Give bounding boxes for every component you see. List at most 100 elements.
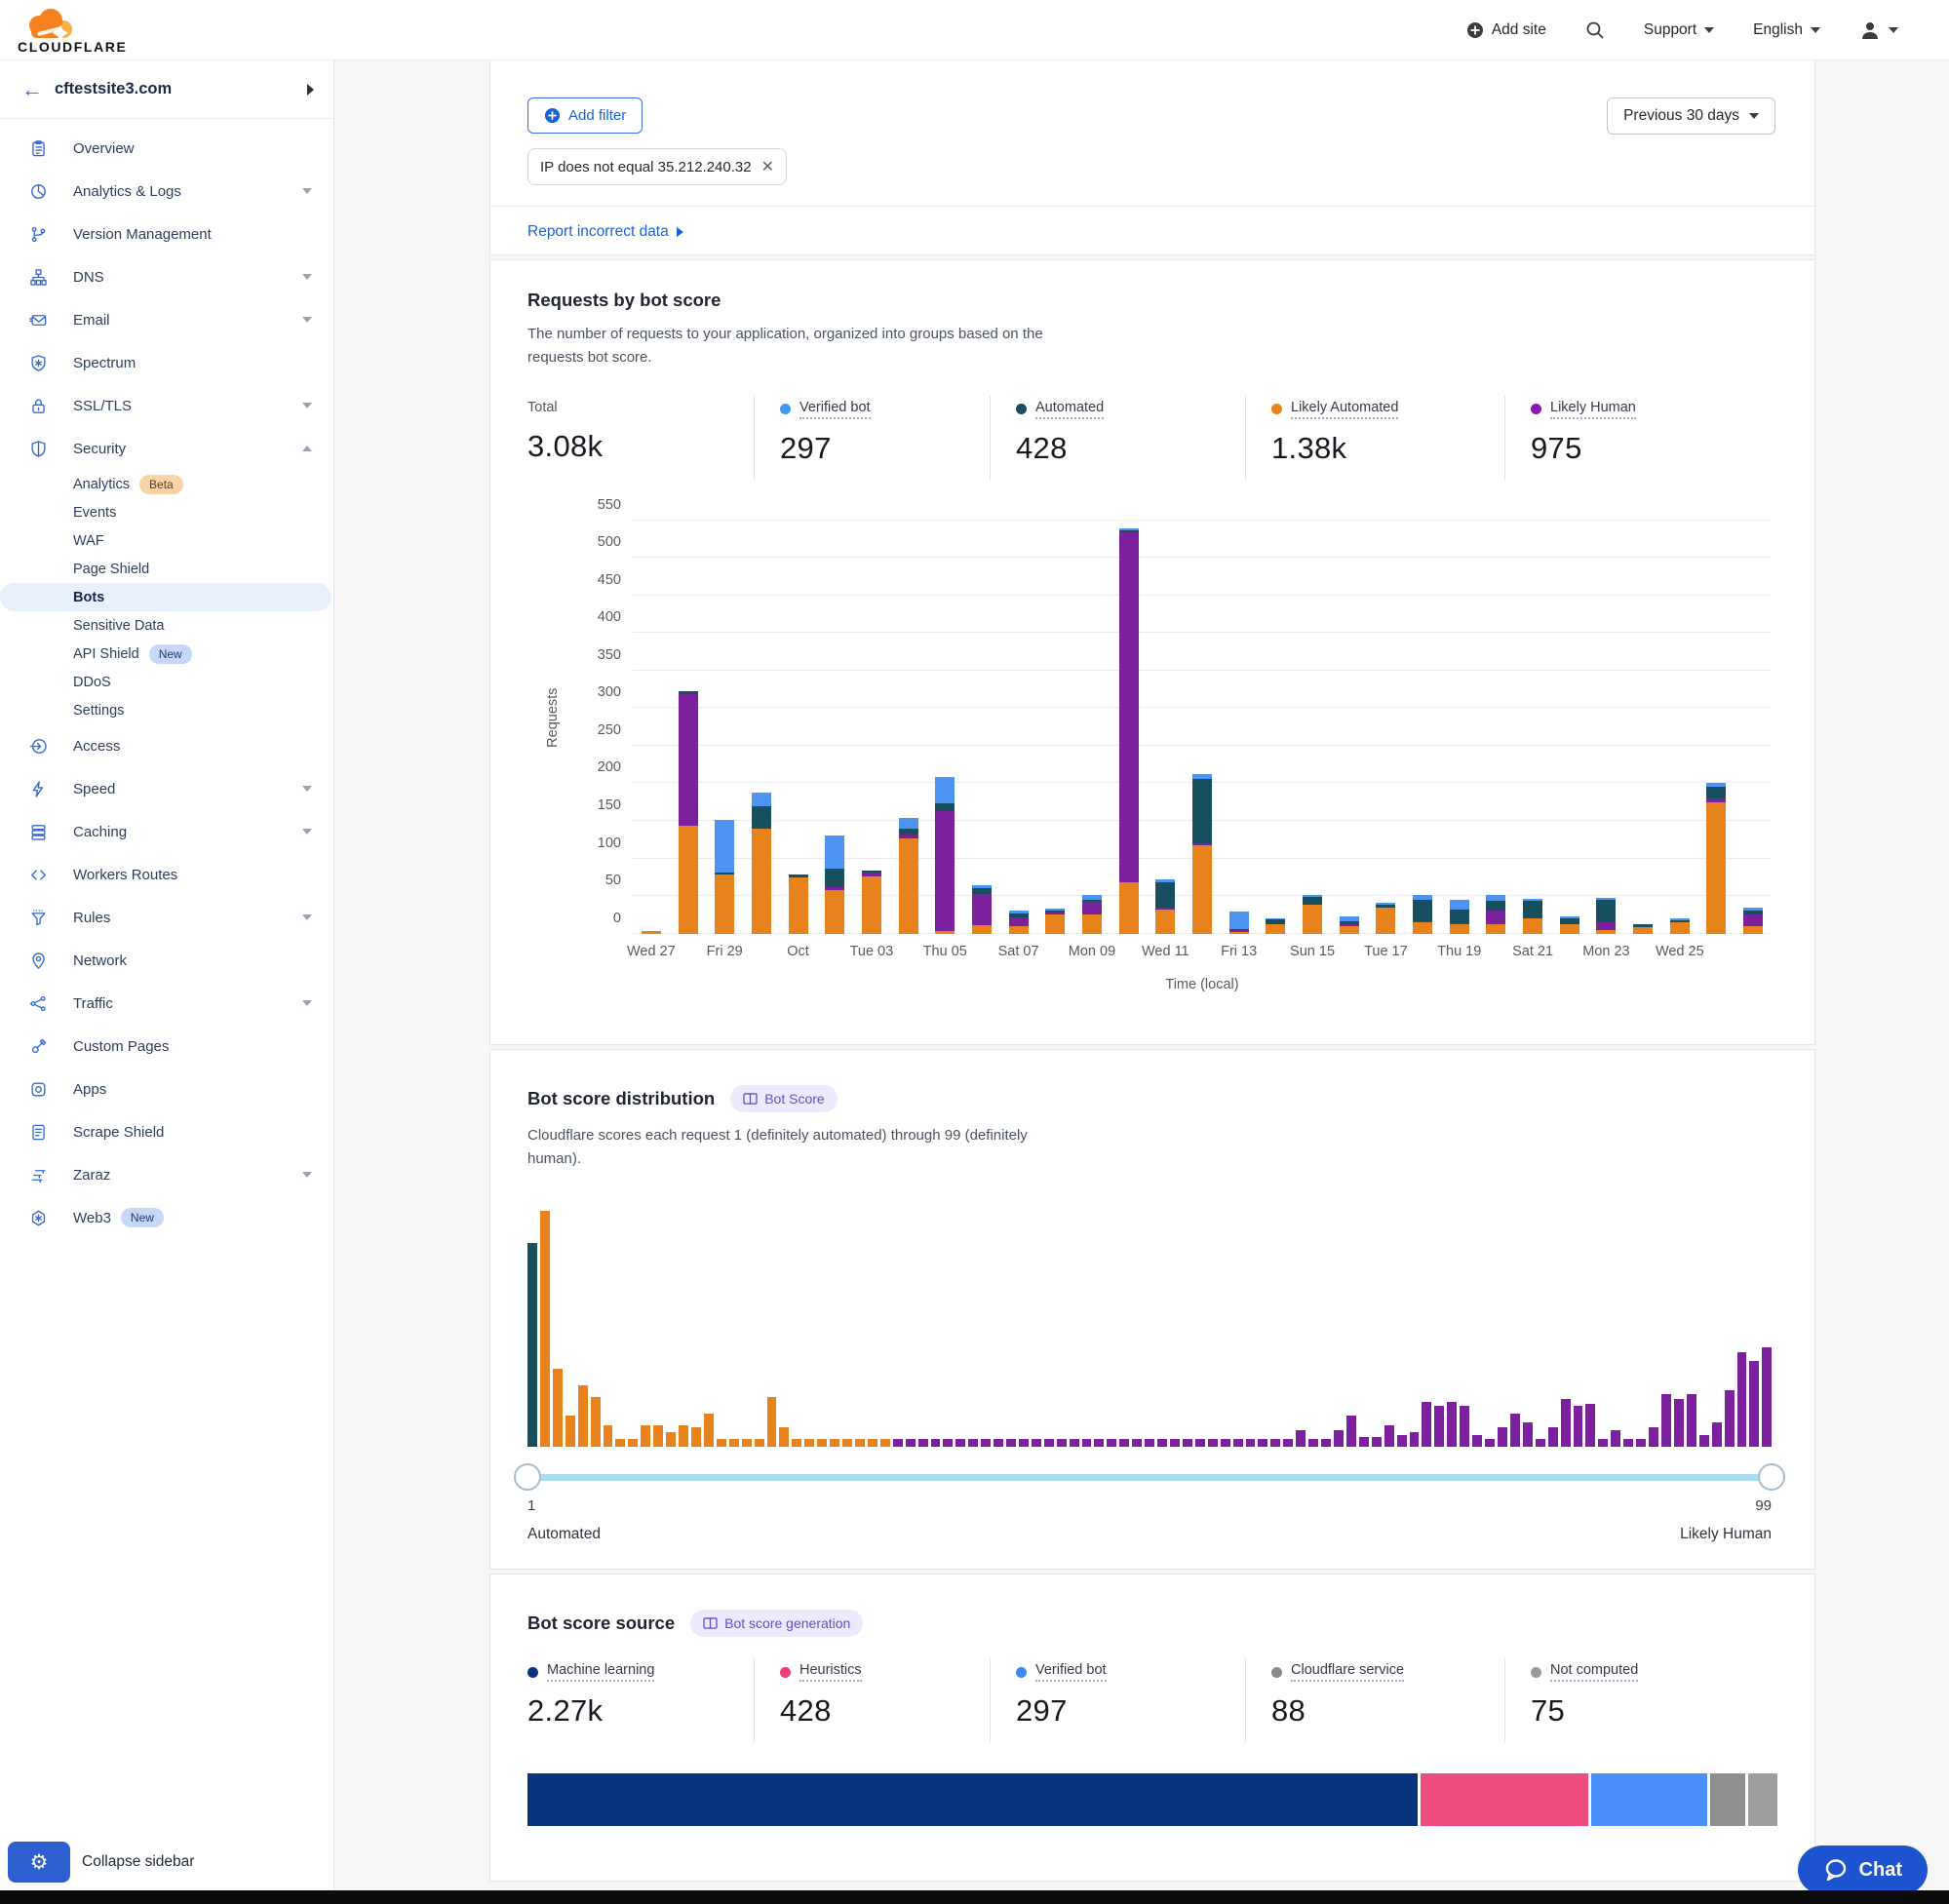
sidebar-item-sensitive-data[interactable]: Sensitive Data — [0, 611, 333, 640]
bar-sun-22[interactable] — [1560, 916, 1579, 934]
bar-mon-02[interactable] — [825, 835, 844, 934]
hist-bar-score-40[interactable] — [1019, 1439, 1029, 1446]
sidebar-item-email[interactable]: Email — [0, 298, 333, 341]
back-arrow-icon[interactable]: ← — [21, 77, 55, 102]
hist-bar-score-72[interactable] — [1422, 1402, 1431, 1447]
sidebar-item-waf[interactable]: WAF — [0, 526, 333, 555]
stat-label-text[interactable]: Verified bot — [1035, 1662, 1107, 1682]
bar-wed-25[interactable] — [1670, 918, 1690, 933]
bar-thu-28[interactable] — [679, 691, 698, 933]
hist-bar-score-81[interactable] — [1536, 1439, 1545, 1446]
hist-bar-score-14[interactable] — [691, 1427, 701, 1446]
hist-bar-score-65[interactable] — [1334, 1430, 1344, 1447]
bar-mon-09[interactable] — [1082, 895, 1102, 934]
hist-bar-score-15[interactable] — [704, 1414, 714, 1447]
sidebar-item-network[interactable]: Network — [0, 939, 333, 982]
hist-bar-score-97[interactable] — [1737, 1352, 1747, 1447]
bar-mon-23[interactable] — [1596, 898, 1616, 934]
hist-bar-score-63[interactable] — [1308, 1439, 1318, 1446]
hist-bar-score-83[interactable] — [1561, 1399, 1571, 1446]
hist-bar-score-9[interactable] — [628, 1439, 638, 1446]
search-icon[interactable] — [1585, 20, 1605, 40]
bar-sat-07[interactable] — [1009, 911, 1029, 934]
chat-button[interactable]: Chat — [1798, 1846, 1928, 1894]
hist-bar-score-10[interactable] — [641, 1425, 650, 1447]
bar-sun-08[interactable] — [1045, 909, 1065, 933]
hist-bar-score-68[interactable] — [1372, 1437, 1382, 1447]
hist-bar-score-25[interactable] — [830, 1439, 839, 1446]
close-icon[interactable]: ✕ — [761, 157, 774, 176]
hist-bar-score-94[interactable] — [1699, 1435, 1709, 1447]
hist-bar-score-89[interactable] — [1636, 1439, 1646, 1446]
bar-oct-01[interactable] — [789, 874, 808, 934]
sidebar-item-ssl-tls[interactable]: SSL/TLS — [0, 384, 333, 427]
slider-handle-min[interactable] — [514, 1463, 541, 1491]
stat-label-text[interactable]: Heuristics — [799, 1662, 862, 1682]
hist-bar-score-11[interactable] — [653, 1425, 663, 1447]
bar-tue-10[interactable] — [1119, 528, 1139, 933]
hist-bar-score-75[interactable] — [1460, 1406, 1469, 1446]
hist-bar-score-76[interactable] — [1472, 1435, 1482, 1447]
bar-fri-27[interactable] — [1743, 908, 1763, 934]
hist-bar-score-77[interactable] — [1485, 1439, 1495, 1446]
sidebar-item-zaraz[interactable]: Zaraz — [0, 1153, 333, 1196]
hist-bar-score-16[interactable] — [717, 1439, 726, 1446]
sidebar-item-api-shield[interactable]: API ShieldNew — [0, 640, 333, 668]
filter-chip[interactable]: IP does not equal 35.212.240.32 ✕ — [527, 148, 787, 185]
sidebar-item-settings[interactable]: Settings — [0, 696, 333, 724]
hist-bar-score-7[interactable] — [604, 1425, 613, 1447]
sidebar-item-access[interactable]: Access — [0, 724, 333, 767]
hist-bar-score-87[interactable] — [1611, 1430, 1620, 1447]
sidebar-item-ddos[interactable]: DDoS — [0, 668, 333, 696]
hist-bar-score-31[interactable] — [906, 1439, 916, 1446]
add-filter-button[interactable]: Add filter — [527, 97, 643, 134]
bar-thu-19[interactable] — [1450, 900, 1469, 934]
sidebar-item-version-management[interactable]: Version Management — [0, 213, 333, 255]
date-range-dropdown[interactable]: Previous 30 days — [1607, 97, 1775, 135]
slider-track[interactable] — [527, 1474, 1772, 1481]
hist-bar-score-54[interactable] — [1195, 1439, 1205, 1446]
bar-wed-27[interactable] — [642, 931, 661, 933]
add-site-button[interactable]: Add site — [1466, 21, 1546, 39]
bar-tue-03[interactable] — [862, 871, 881, 934]
hist-bar-score-1[interactable] — [527, 1243, 537, 1446]
hist-bar-score-93[interactable] — [1687, 1394, 1696, 1446]
bar-thu-12[interactable] — [1192, 774, 1212, 933]
hist-bar-score-13[interactable] — [679, 1425, 688, 1447]
hist-bar-score-91[interactable] — [1661, 1394, 1671, 1446]
hist-bar-score-95[interactable] — [1712, 1422, 1722, 1446]
hist-bar-score-18[interactable] — [742, 1439, 752, 1446]
hist-bar-score-33[interactable] — [931, 1439, 941, 1446]
bar-sat-14[interactable] — [1266, 918, 1285, 933]
hist-bar-score-84[interactable] — [1574, 1406, 1583, 1446]
hist-bar-score-41[interactable] — [1032, 1439, 1041, 1446]
slider-handle-max[interactable] — [1758, 1463, 1785, 1491]
sidebar-item-dns[interactable]: DNS — [0, 255, 333, 298]
hist-bar-score-53[interactable] — [1183, 1439, 1192, 1446]
hist-bar-score-55[interactable] — [1208, 1439, 1218, 1446]
bot-score-generation-badge[interactable]: Bot score generation — [690, 1610, 863, 1637]
sidebar-item-workers-routes[interactable]: Workers Routes — [0, 853, 333, 896]
language-menu[interactable]: English — [1753, 21, 1820, 39]
hist-bar-score-86[interactable] — [1598, 1439, 1608, 1446]
hist-bar-score-36[interactable] — [968, 1439, 978, 1446]
hist-bar-score-28[interactable] — [868, 1439, 877, 1446]
hist-bar-score-51[interactable] — [1157, 1439, 1167, 1446]
bar-sun-15[interactable] — [1303, 895, 1322, 933]
hist-bar-score-71[interactable] — [1410, 1432, 1420, 1447]
sidebar-item-analytics-logs[interactable]: Analytics & Logs — [0, 170, 333, 213]
bot-score-badge[interactable]: Bot Score — [730, 1085, 837, 1112]
bar-sat-30[interactable] — [752, 793, 771, 934]
bar-tue-24[interactable] — [1633, 924, 1653, 933]
stat-label-text[interactable]: Automated — [1035, 400, 1104, 419]
hist-bar-score-74[interactable] — [1447, 1402, 1457, 1447]
hist-bar-score-59[interactable] — [1258, 1439, 1267, 1446]
hist-bar-score-8[interactable] — [615, 1439, 625, 1446]
hist-bar-score-37[interactable] — [981, 1439, 991, 1446]
hist-bar-score-66[interactable] — [1346, 1416, 1356, 1446]
sidebar-item-custom-pages[interactable]: Custom Pages — [0, 1025, 333, 1068]
hist-bar-score-23[interactable] — [804, 1439, 814, 1446]
sidebar-item-overview[interactable]: Overview — [0, 127, 333, 170]
hist-bar-score-70[interactable] — [1397, 1435, 1407, 1447]
bar-wed-04[interactable] — [899, 818, 918, 934]
